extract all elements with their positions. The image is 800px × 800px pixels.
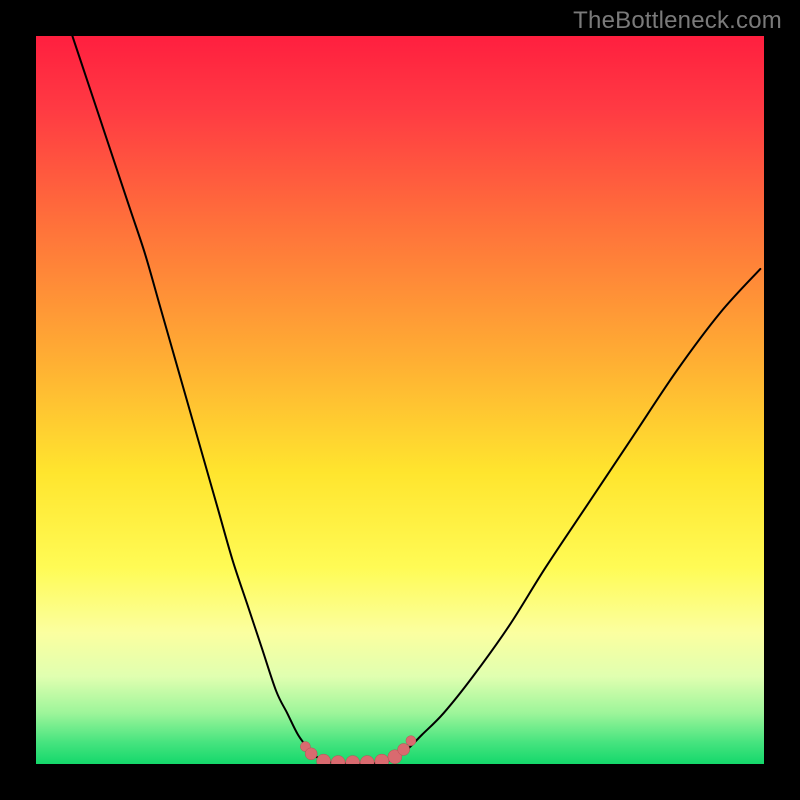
- plot-area: [36, 36, 764, 764]
- valley-marker: [398, 743, 410, 755]
- plot-svg: [36, 36, 764, 764]
- valley-marker: [305, 748, 317, 760]
- watermark-text: TheBottleneck.com: [573, 7, 782, 35]
- gradient-background: [36, 36, 764, 764]
- valley-marker: [406, 736, 416, 746]
- chart-stage: TheBottleneck.com: [0, 0, 800, 800]
